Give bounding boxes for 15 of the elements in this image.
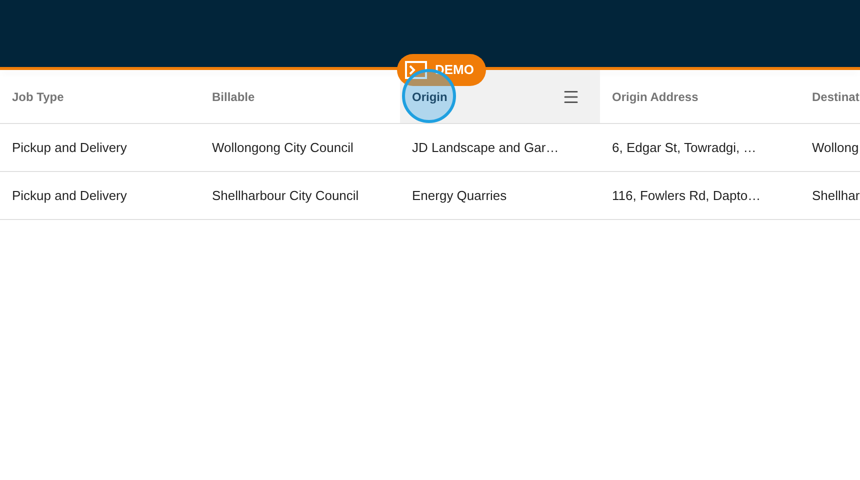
table-cell-text: 6, Edgar St, Towradgi, … [611,138,758,157]
column-header[interactable]: Origin Address [600,70,800,123]
column-header[interactable]: Billable [200,70,400,123]
table-cell-text: Shellhar [811,186,860,205]
screen-icon [405,61,427,79]
column-header[interactable]: Job Type [0,70,200,123]
table-cell-text: 116, Fowlers Rd, Dapto… [611,186,762,205]
table-cell-text: Shellharbour City Council [211,186,360,205]
table-cell-text: Pickup and Delivery [11,186,128,205]
column-header[interactable]: Destinat [800,70,860,123]
table-cell-text: Pickup and Delivery [11,138,128,157]
table-cell-text: Energy Quarries [411,186,508,205]
table-cell-text: JD Landscape and Gar… [411,138,560,157]
table-cell-text: Wollong [811,138,860,157]
table-cell-text: Wollongong City Council [211,138,354,157]
